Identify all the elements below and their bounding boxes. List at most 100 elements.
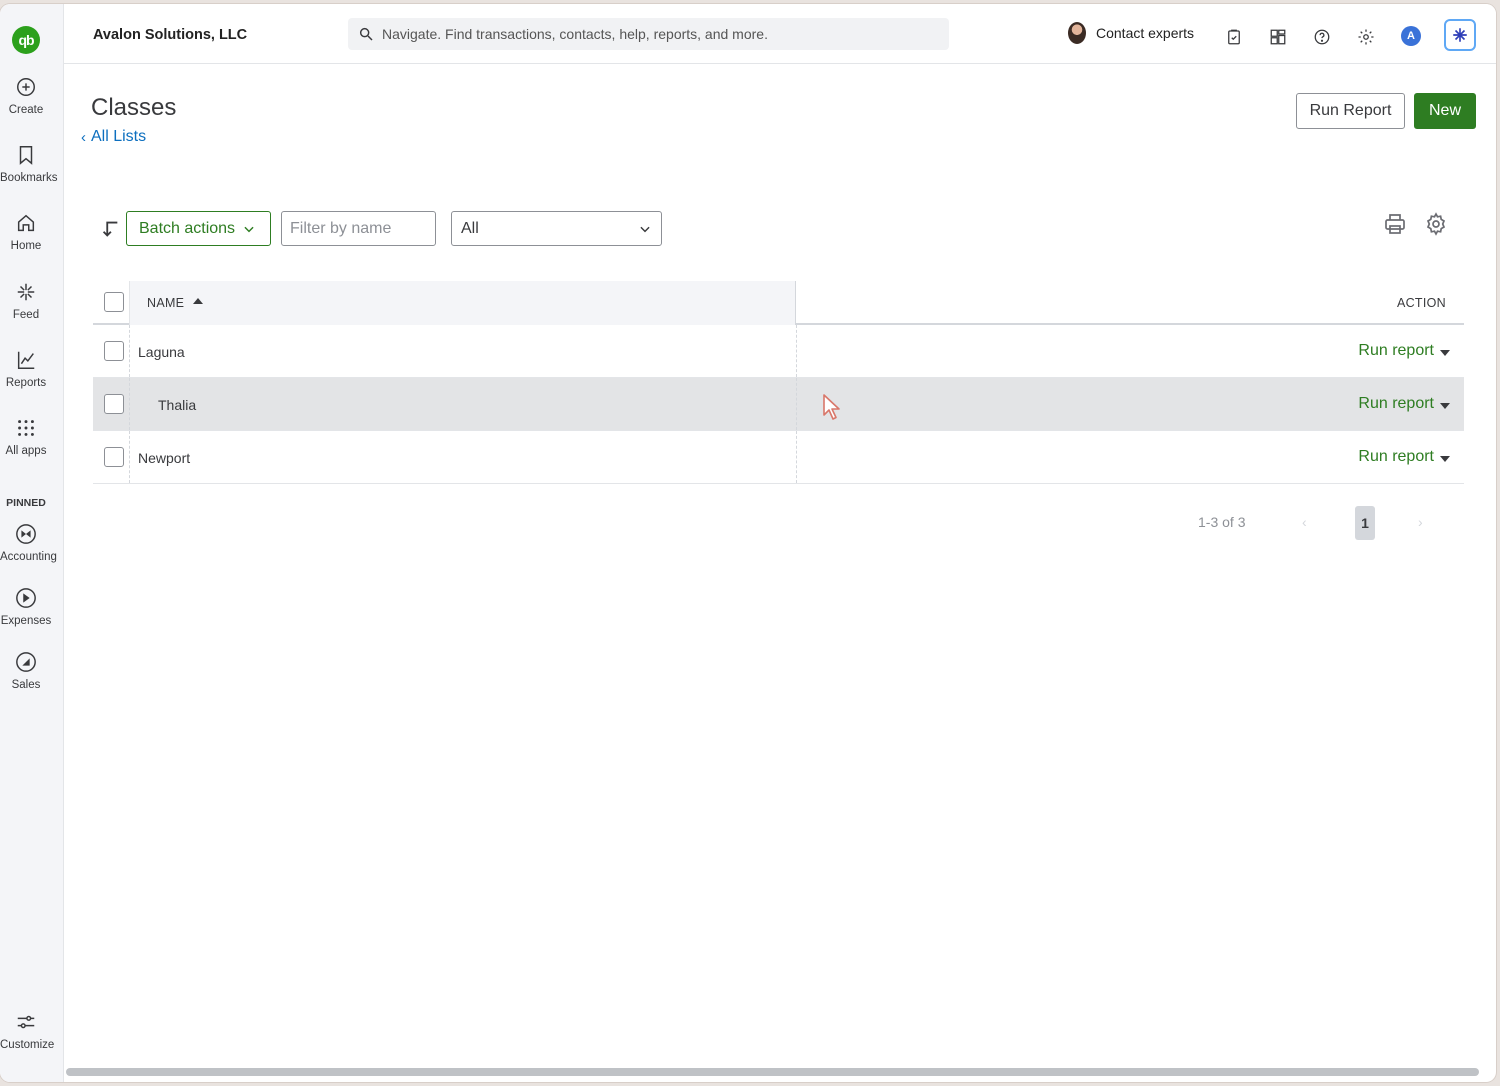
sparkle-icon <box>1453 28 1467 42</box>
apps-switcher-icon[interactable] <box>1268 27 1288 47</box>
rail-item-label: All apps <box>5 445 47 457</box>
grid-dots-icon <box>18 420 34 436</box>
class-name-cell: Newport <box>138 450 191 466</box>
table-row[interactable]: Laguna Run report <box>93 325 1464 378</box>
previous-page-button[interactable]: ‹ <box>1302 514 1307 530</box>
rail-item-bookmarks[interactable]: Bookmarks <box>0 144 58 184</box>
caret-down-icon[interactable] <box>1440 455 1450 462</box>
top-bar: Avalon Solutions, LLC Navigate. Find tra… <box>64 4 1496 64</box>
page-number-button[interactable]: 1 <box>1355 506 1375 540</box>
filter-by-name-input[interactable] <box>281 211 436 246</box>
contact-experts-button[interactable]: Contact experts <box>1068 22 1194 44</box>
sliders-icon <box>17 1015 35 1029</box>
status-filter-select[interactable]: All <box>451 211 662 246</box>
left-nav-rail: qb Create Bookmarks Home Feed Reports Al… <box>0 4 64 1082</box>
feed-icon <box>17 283 35 301</box>
rail-item-create[interactable]: Create <box>0 76 52 116</box>
run-report-button[interactable]: Run Report <box>1296 93 1405 129</box>
rail-item-accounting[interactable]: Accounting <box>0 523 57 563</box>
class-name-cell: Thalia <box>158 397 197 413</box>
caret-down-icon[interactable] <box>1440 349 1450 356</box>
rail-item-label: Expenses <box>0 615 52 627</box>
rail-item-feed[interactable]: Feed <box>0 281 52 321</box>
row-checkbox[interactable] <box>104 394 124 414</box>
rail-item-home[interactable]: Home <box>0 212 52 252</box>
status-filter-value: All <box>461 219 479 237</box>
rail-item-sales[interactable]: Sales <box>0 651 52 691</box>
mouse-cursor-icon <box>823 394 840 420</box>
column-divider <box>796 378 797 430</box>
sales-icon <box>16 652 36 672</box>
column-divider <box>129 431 130 483</box>
column-divider <box>796 431 797 483</box>
rail-item-label: Feed <box>12 309 40 321</box>
rail-item-expenses[interactable]: Expenses <box>0 587 52 627</box>
rail-item-label: Accounting <box>0 551 57 563</box>
next-page-button[interactable]: › <box>1418 514 1423 530</box>
run-report-action[interactable]: Run report <box>1358 448 1450 466</box>
new-button[interactable]: New <box>1414 93 1476 129</box>
batch-actions-dropdown[interactable]: Batch actions <box>126 211 271 246</box>
rail-item-label: Create <box>8 104 44 116</box>
name-column-header-bg <box>129 281 796 325</box>
horizontal-scrollbar[interactable] <box>66 1068 1479 1076</box>
classes-table: NAME ACTION Laguna Run report Thalia Run… <box>93 281 1464 484</box>
collapse-arrow-icon[interactable] <box>99 218 121 240</box>
accounting-icon <box>16 524 36 544</box>
table-row[interactable]: Newport Run report <box>93 431 1464 484</box>
row-checkbox[interactable] <box>104 447 124 467</box>
chart-line-icon <box>17 351 35 369</box>
expenses-icon <box>16 588 36 608</box>
ai-assistant-button[interactable] <box>1444 19 1476 51</box>
table-settings-gear-icon[interactable] <box>1424 212 1448 236</box>
name-column-header[interactable]: NAME <box>147 296 184 310</box>
chevron-left-icon: ‹ <box>81 128 86 146</box>
column-divider <box>129 325 130 377</box>
rail-item-label: Customize <box>0 1039 55 1051</box>
pinned-heading: PINNED <box>6 497 46 509</box>
pagination-range: 1-3 of 3 <box>1198 514 1246 530</box>
print-icon[interactable] <box>1383 212 1407 236</box>
rail-item-label: Reports <box>5 377 47 389</box>
quickbooks-logo[interactable]: qb <box>12 26 40 54</box>
contact-experts-label: Contact experts <box>1096 25 1195 41</box>
rail-item-label: Sales <box>11 679 41 691</box>
all-lists-label: All Lists <box>91 128 147 145</box>
search-placeholder: Navigate. Find transactions, contacts, h… <box>382 26 768 42</box>
company-name[interactable]: Avalon Solutions, LLC <box>93 27 247 43</box>
search-icon <box>359 27 373 41</box>
app-window: qb Create Bookmarks Home Feed Reports Al… <box>0 4 1496 1082</box>
global-search[interactable]: Navigate. Find transactions, contacts, h… <box>348 18 949 50</box>
column-divider <box>129 378 130 430</box>
home-icon <box>17 214 35 232</box>
sort-ascending-icon[interactable] <box>193 298 203 304</box>
help-icon[interactable] <box>1312 27 1332 47</box>
table-header: NAME ACTION <box>93 281 1464 325</box>
all-lists-link[interactable]: ‹ All Lists <box>81 128 146 146</box>
rail-item-reports[interactable]: Reports <box>0 349 52 389</box>
user-avatar[interactable]: A <box>1401 26 1421 46</box>
clipboard-icon[interactable] <box>1224 27 1244 47</box>
caret-down-icon[interactable] <box>1440 402 1450 409</box>
rail-item-customize[interactable]: Customize <box>0 1011 55 1051</box>
rail-item-label: Home <box>10 240 42 252</box>
row-checkbox[interactable] <box>104 341 124 361</box>
select-all-checkbox[interactable] <box>104 292 124 312</box>
run-report-label: Run report <box>1358 448 1434 465</box>
action-column-header: ACTION <box>1396 296 1446 310</box>
chevron-down-icon <box>244 226 254 232</box>
bookmark-icon <box>19 146 33 165</box>
run-report-label: Run report <box>1358 395 1434 412</box>
expert-avatar <box>1068 22 1086 44</box>
chevron-down-icon <box>640 226 650 232</box>
plus-circle-icon <box>17 78 35 96</box>
run-report-label: Run report <box>1358 342 1434 359</box>
run-report-action[interactable]: Run report <box>1358 395 1450 413</box>
run-report-action[interactable]: Run report <box>1358 342 1450 360</box>
rail-item-all-apps[interactable]: All apps <box>0 417 52 457</box>
settings-gear-icon[interactable] <box>1356 27 1376 47</box>
class-name-cell: Laguna <box>138 344 185 360</box>
page-title: Classes <box>91 94 177 121</box>
batch-actions-label: Batch actions <box>139 219 236 237</box>
table-row[interactable]: Thalia Run report <box>93 378 1464 431</box>
